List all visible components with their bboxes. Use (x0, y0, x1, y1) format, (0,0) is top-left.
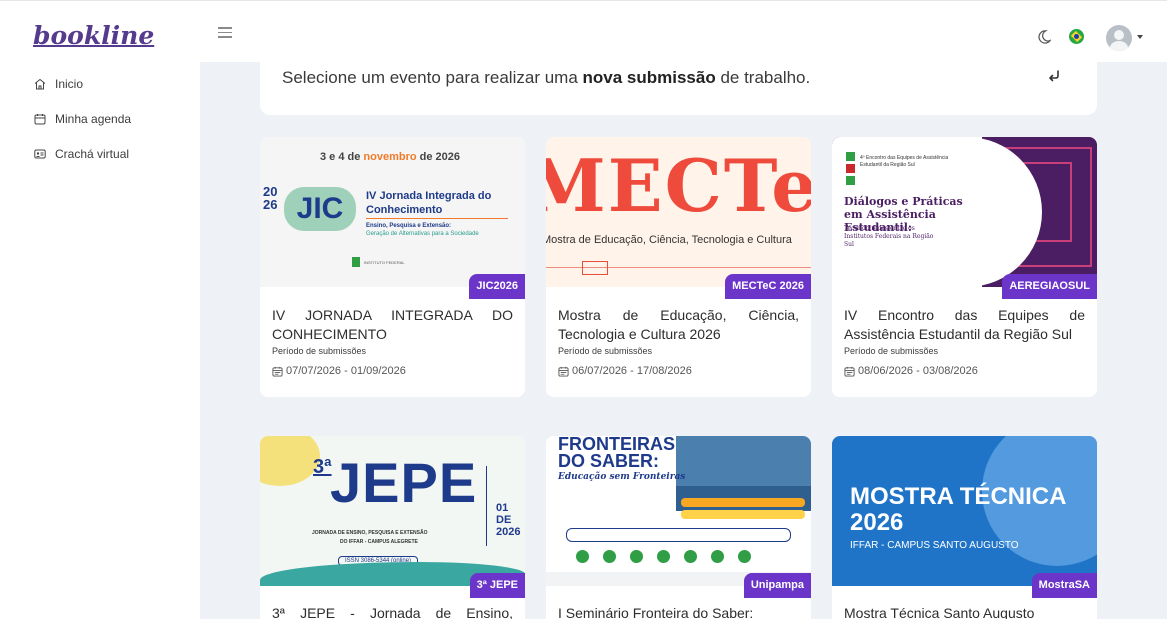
period-label: Período de submissões (272, 346, 367, 356)
sidebar-item-label: Inicio (55, 77, 84, 91)
top-bar: bookline (0, 0, 1167, 62)
id-card-icon (34, 149, 46, 159)
event-card-jepe[interactable]: 3ª JEPE 01 DE 2026 JORNADA DE ENSINO, PE… (260, 436, 525, 619)
period-label: Período de submissões (558, 346, 653, 356)
event-title: Mostra de Educação, Ciência, Tecnologia … (558, 307, 799, 342)
sidebar-item-minha-agenda[interactable]: Minha agenda (34, 112, 131, 126)
submission-dates: 06/07/2026 - 17/08/2026 (558, 365, 692, 377)
period-label: Período de submissões (844, 346, 939, 356)
submission-dates: 07/07/2026 - 01/09/2026 (272, 365, 406, 377)
event-title: Mostra Técnica Santo Augusto (844, 605, 1035, 619)
sidebar: Inicio Minha agenda Crachá virtual (0, 62, 200, 619)
event-title: I Seminário Fronteira do Saber: (558, 605, 754, 619)
return-arrow-icon[interactable] (1046, 68, 1062, 84)
calendar-icon (34, 114, 46, 125)
sidebar-item-label: Minha agenda (55, 112, 132, 126)
moon-icon[interactable] (1037, 30, 1051, 44)
event-badge: 3ª JEPE (469, 573, 525, 598)
home-icon (34, 78, 46, 90)
bookline-logo[interactable]: bookline (33, 21, 154, 50)
sidebar-item-label: Crachá virtual (55, 147, 130, 161)
event-badge: MostraSA (1031, 573, 1097, 598)
sidebar-item-cracha-virtual[interactable]: Crachá virtual (34, 147, 129, 161)
event-badge: MECTeC 2026 (725, 274, 811, 299)
sidebar-item-inicio[interactable]: Inicio (34, 77, 83, 91)
event-title: IV JORNADA INTEGRADA DO CONHECIMENTO (272, 307, 513, 342)
event-card-mostrasa[interactable]: MOSTRA TÉCNICA 2026 IFFAR - CAMPUS SANTO… (832, 436, 1097, 619)
calendar-icon (272, 366, 283, 377)
avatar-icon[interactable] (1106, 25, 1132, 51)
event-banner-image: 3 e 4 de novembro de 2026 20 26 JIC IV J… (260, 137, 525, 287)
event-title: 3ª JEPE - Jornada de Ensino, Pesquisa (272, 605, 513, 619)
event-card-unipampa[interactable]: FRONTEIRAS DO SABER: Educação sem Fronte… (546, 436, 811, 619)
event-badge: JIC2026 (469, 274, 525, 299)
calendar-icon (844, 366, 855, 377)
chevron-down-icon[interactable] (1137, 35, 1143, 39)
event-card-mectec2026[interactable]: MECTe Mostra de Educação, Ciência, Tecno… (546, 137, 811, 397)
event-banner-image: MOSTRA TÉCNICA 2026 IFFAR - CAMPUS SANTO… (832, 436, 1097, 586)
submission-dates: 08/06/2026 - 03/08/2026 (844, 365, 978, 377)
event-badge: Unipampa (743, 573, 811, 598)
calendar-icon (558, 366, 569, 377)
event-banner-image: 3ª JEPE 01 DE 2026 JORNADA DE ENSINO, PE… (260, 436, 525, 586)
event-banner-image: 4º Encontro das Equipes de Assistência E… (832, 137, 1097, 287)
event-banner-image: MECTe Mostra de Educação, Ciência, Tecno… (546, 137, 811, 287)
event-title: IV Encontro das Equipes de Assistência E… (844, 307, 1085, 342)
main-content: Selecione um evento para realizar uma no… (200, 62, 1167, 619)
instruction-text: Selecione um evento para realizar uma no… (282, 68, 811, 87)
event-card-jic2026[interactable]: 3 e 4 de novembro de 2026 20 26 JIC IV J… (260, 137, 525, 397)
menu-icon[interactable] (218, 27, 232, 38)
instruction-card: Selecione um evento para realizar uma no… (260, 62, 1097, 115)
brazil-flag-icon[interactable] (1069, 29, 1084, 44)
event-banner-image: FRONTEIRAS DO SABER: Educação sem Fronte… (546, 436, 811, 586)
event-card-aeregiaosul[interactable]: 4º Encontro das Equipes de Assistência E… (832, 137, 1097, 397)
event-badge: AEREGIAOSUL (1002, 274, 1097, 299)
